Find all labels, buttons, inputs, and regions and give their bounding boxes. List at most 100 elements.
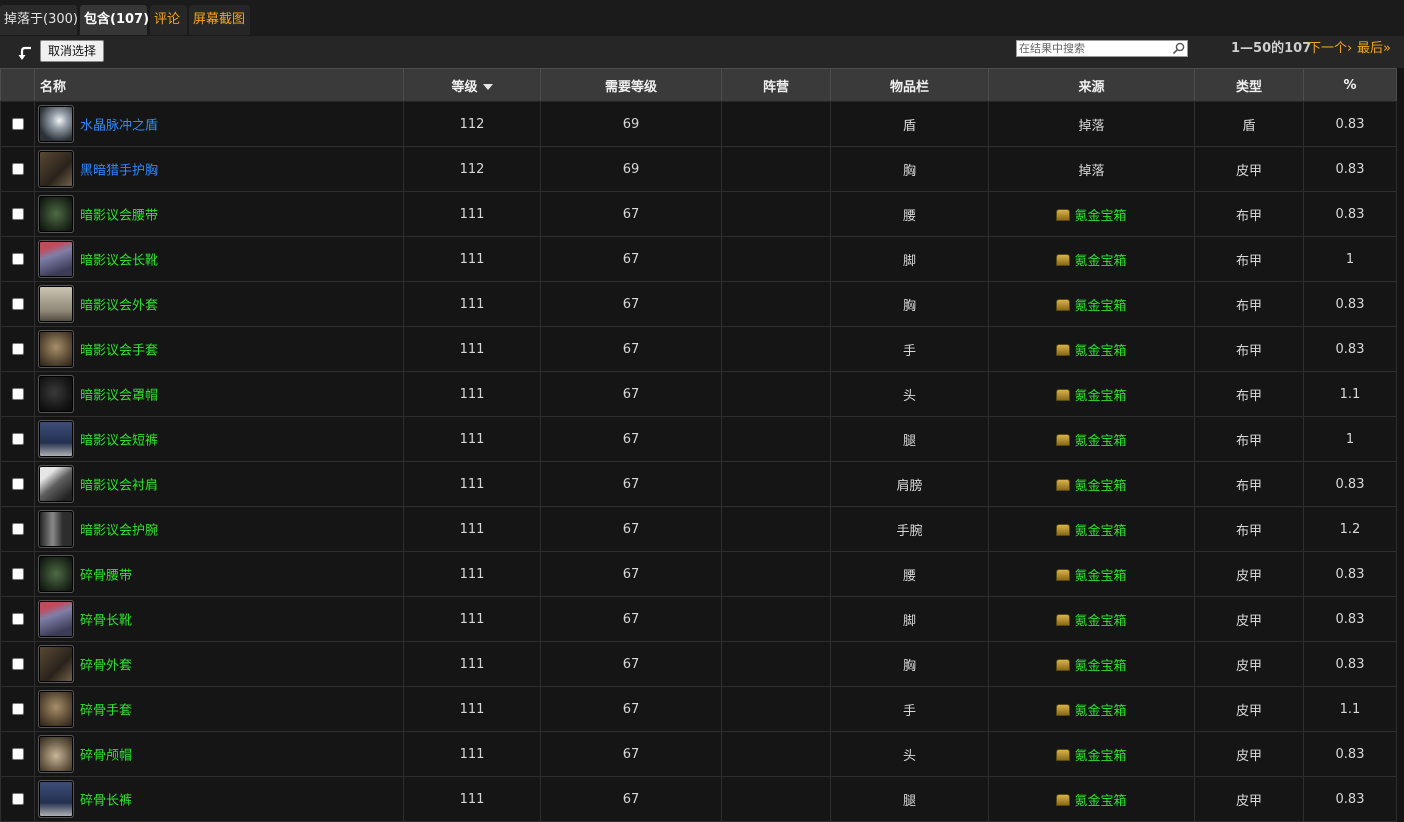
header-name[interactable]: 名称: [34, 68, 404, 102]
source-link[interactable]: 氪金宝箱: [1074, 659, 1126, 674]
row-checkbox[interactable]: [11, 478, 24, 490]
deselect-button[interactable]: 取消选择: [40, 40, 104, 62]
row-checkbox[interactable]: [11, 118, 24, 130]
search-box[interactable]: [1016, 40, 1188, 57]
item-name-link[interactable]: 暗影议会短裤: [80, 434, 158, 449]
bracers-icon[interactable]: [38, 510, 74, 548]
header-faction[interactable]: 阵营: [721, 68, 831, 102]
item-name-link[interactable]: 碎骨长裤: [80, 794, 132, 809]
belt-icon[interactable]: [38, 195, 74, 233]
item-name-link[interactable]: 暗影议会腰带: [80, 209, 158, 224]
source-link[interactable]: 氪金宝箱: [1074, 704, 1126, 719]
name-cell: 水晶脉冲之盾: [34, 101, 404, 147]
source-link[interactable]: 氪金宝箱: [1074, 569, 1126, 584]
header-req-level[interactable]: 需要等级: [540, 68, 722, 102]
item-name-link[interactable]: 碎骨长靴: [80, 614, 132, 629]
source-link[interactable]: 氪金宝箱: [1074, 344, 1126, 359]
header-level[interactable]: 等级: [403, 68, 541, 102]
header-percent[interactable]: %: [1303, 68, 1397, 102]
table-row[interactable]: 碎骨腰带 111 67 腰 氪金宝箱 皮甲 0.83: [0, 551, 1397, 597]
search-input[interactable]: [1019, 41, 1169, 56]
pager-last-link[interactable]: 最后»: [1357, 41, 1391, 57]
table-row[interactable]: 暗影议会腰带 111 67 腰 氪金宝箱 布甲 0.83: [0, 191, 1397, 237]
source-link[interactable]: 氪金宝箱: [1074, 389, 1126, 404]
boots-icon[interactable]: [38, 600, 74, 638]
source-link[interactable]: 氪金宝箱: [1074, 794, 1126, 809]
item-name-link[interactable]: 暗影议会外套: [80, 299, 158, 314]
pants-icon[interactable]: [38, 780, 74, 818]
hood-icon[interactable]: [38, 375, 74, 413]
chest-armor-icon[interactable]: [38, 645, 74, 683]
row-checkbox[interactable]: [11, 343, 24, 355]
chest-armor-icon[interactable]: [38, 150, 74, 188]
item-name-link[interactable]: 水晶脉冲之盾: [80, 119, 158, 134]
table-row[interactable]: 暗影议会短裤 111 67 腿 氪金宝箱 布甲 1: [0, 416, 1397, 462]
row-checkbox[interactable]: [11, 253, 24, 265]
source-link[interactable]: 氪金宝箱: [1074, 434, 1126, 449]
item-name-link[interactable]: 碎骨外套: [80, 659, 132, 674]
helm-icon[interactable]: [38, 735, 74, 773]
source-link[interactable]: 氪金宝箱: [1074, 479, 1126, 494]
row-checkbox[interactable]: [11, 568, 24, 580]
source-link[interactable]: 氪金宝箱: [1074, 209, 1126, 224]
gloves-icon[interactable]: [38, 330, 74, 368]
crystal-shield-icon[interactable]: [38, 105, 74, 143]
table-row[interactable]: 暗影议会长靴 111 67 脚 氪金宝箱 布甲 1: [0, 236, 1397, 282]
tab-contains[interactable]: 包含(107): [80, 5, 149, 35]
item-name-link[interactable]: 黑暗猎手护胸: [80, 164, 158, 179]
name-cell: 暗影议会外套: [34, 281, 404, 327]
row-checkbox[interactable]: [11, 523, 24, 535]
table-row[interactable]: 暗影议会护腕 111 67 手腕 氪金宝箱 布甲 1.2: [0, 506, 1397, 552]
source-link[interactable]: 氪金宝箱: [1074, 524, 1126, 539]
item-name-link[interactable]: 碎骨腰带: [80, 569, 132, 584]
row-checkbox[interactable]: [11, 748, 24, 760]
item-name-link[interactable]: 暗影议会衬肩: [80, 479, 158, 494]
table-row[interactable]: 黑暗猎手护胸 112 69 胸 掉落 皮甲 0.83: [0, 146, 1397, 192]
back-arrow-icon[interactable]: [17, 45, 35, 63]
robe-icon[interactable]: [38, 285, 74, 323]
row-checkbox[interactable]: [11, 793, 24, 805]
item-name-link[interactable]: 暗影议会手套: [80, 344, 158, 359]
table-row[interactable]: 碎骨手套 111 67 手 氪金宝箱 皮甲 1.1: [0, 686, 1397, 732]
table-row[interactable]: 暗影议会衬肩 111 67 肩膀 氪金宝箱 布甲 0.83: [0, 461, 1397, 507]
row-checkbox[interactable]: [11, 163, 24, 175]
source-link[interactable]: 氪金宝箱: [1074, 254, 1126, 269]
gloves-icon[interactable]: [38, 690, 74, 728]
table-row[interactable]: 暗影议会外套 111 67 胸 氪金宝箱 布甲 0.83: [0, 281, 1397, 327]
tab-screenshots[interactable]: 屏幕截图: [189, 5, 250, 35]
table-row[interactable]: 碎骨颅帽 111 67 头 氪金宝箱 皮甲 0.83: [0, 731, 1397, 777]
table-row[interactable]: 碎骨长靴 111 67 脚 氪金宝箱 皮甲 0.83: [0, 596, 1397, 642]
table-row[interactable]: 碎骨外套 111 67 胸 氪金宝箱 皮甲 0.83: [0, 641, 1397, 687]
source-link[interactable]: 氪金宝箱: [1074, 299, 1126, 314]
search-icon[interactable]: [1172, 42, 1185, 55]
table-row[interactable]: 水晶脉冲之盾 112 69 盾掉落盾 0.83: [0, 101, 1397, 147]
row-checkbox[interactable]: [11, 388, 24, 400]
item-name-link[interactable]: 碎骨手套: [80, 704, 132, 719]
header-type[interactable]: 类型: [1194, 68, 1304, 102]
table-row[interactable]: 暗影议会手套 111 67 手 氪金宝箱 布甲 0.83: [0, 326, 1397, 372]
item-name-link[interactable]: 暗影议会护腕: [80, 524, 158, 539]
boots-icon[interactable]: [38, 240, 74, 278]
item-name-link[interactable]: 暗影议会罩帽: [80, 389, 158, 404]
table-row[interactable]: 暗影议会罩帽 111 67 头 氪金宝箱 布甲 1.1: [0, 371, 1397, 417]
row-checkbox[interactable]: [11, 433, 24, 445]
row-checkbox[interactable]: [11, 208, 24, 220]
source-link[interactable]: 氪金宝箱: [1074, 749, 1126, 764]
item-name-link[interactable]: 碎骨颅帽: [80, 749, 132, 764]
shoulders-icon[interactable]: [38, 465, 74, 503]
pants-icon[interactable]: [38, 420, 74, 458]
header-slot[interactable]: 物品栏: [830, 68, 989, 102]
pager-next-link[interactable]: 下一个›: [1308, 41, 1352, 57]
tab-dropped-by[interactable]: 掉落于(300): [0, 5, 78, 35]
table-row[interactable]: 碎骨长裤 111 67 腿 氪金宝箱 皮甲 0.83: [0, 776, 1397, 822]
source-cell: 氪金宝箱: [988, 731, 1195, 777]
row-checkbox[interactable]: [11, 613, 24, 625]
row-checkbox[interactable]: [11, 658, 24, 670]
header-source[interactable]: 来源: [988, 68, 1195, 102]
tab-comments[interactable]: 评论: [150, 5, 187, 35]
source-link[interactable]: 氪金宝箱: [1074, 614, 1126, 629]
row-checkbox[interactable]: [11, 703, 24, 715]
row-checkbox[interactable]: [11, 298, 24, 310]
belt-icon[interactable]: [38, 555, 74, 593]
item-name-link[interactable]: 暗影议会长靴: [80, 254, 158, 269]
